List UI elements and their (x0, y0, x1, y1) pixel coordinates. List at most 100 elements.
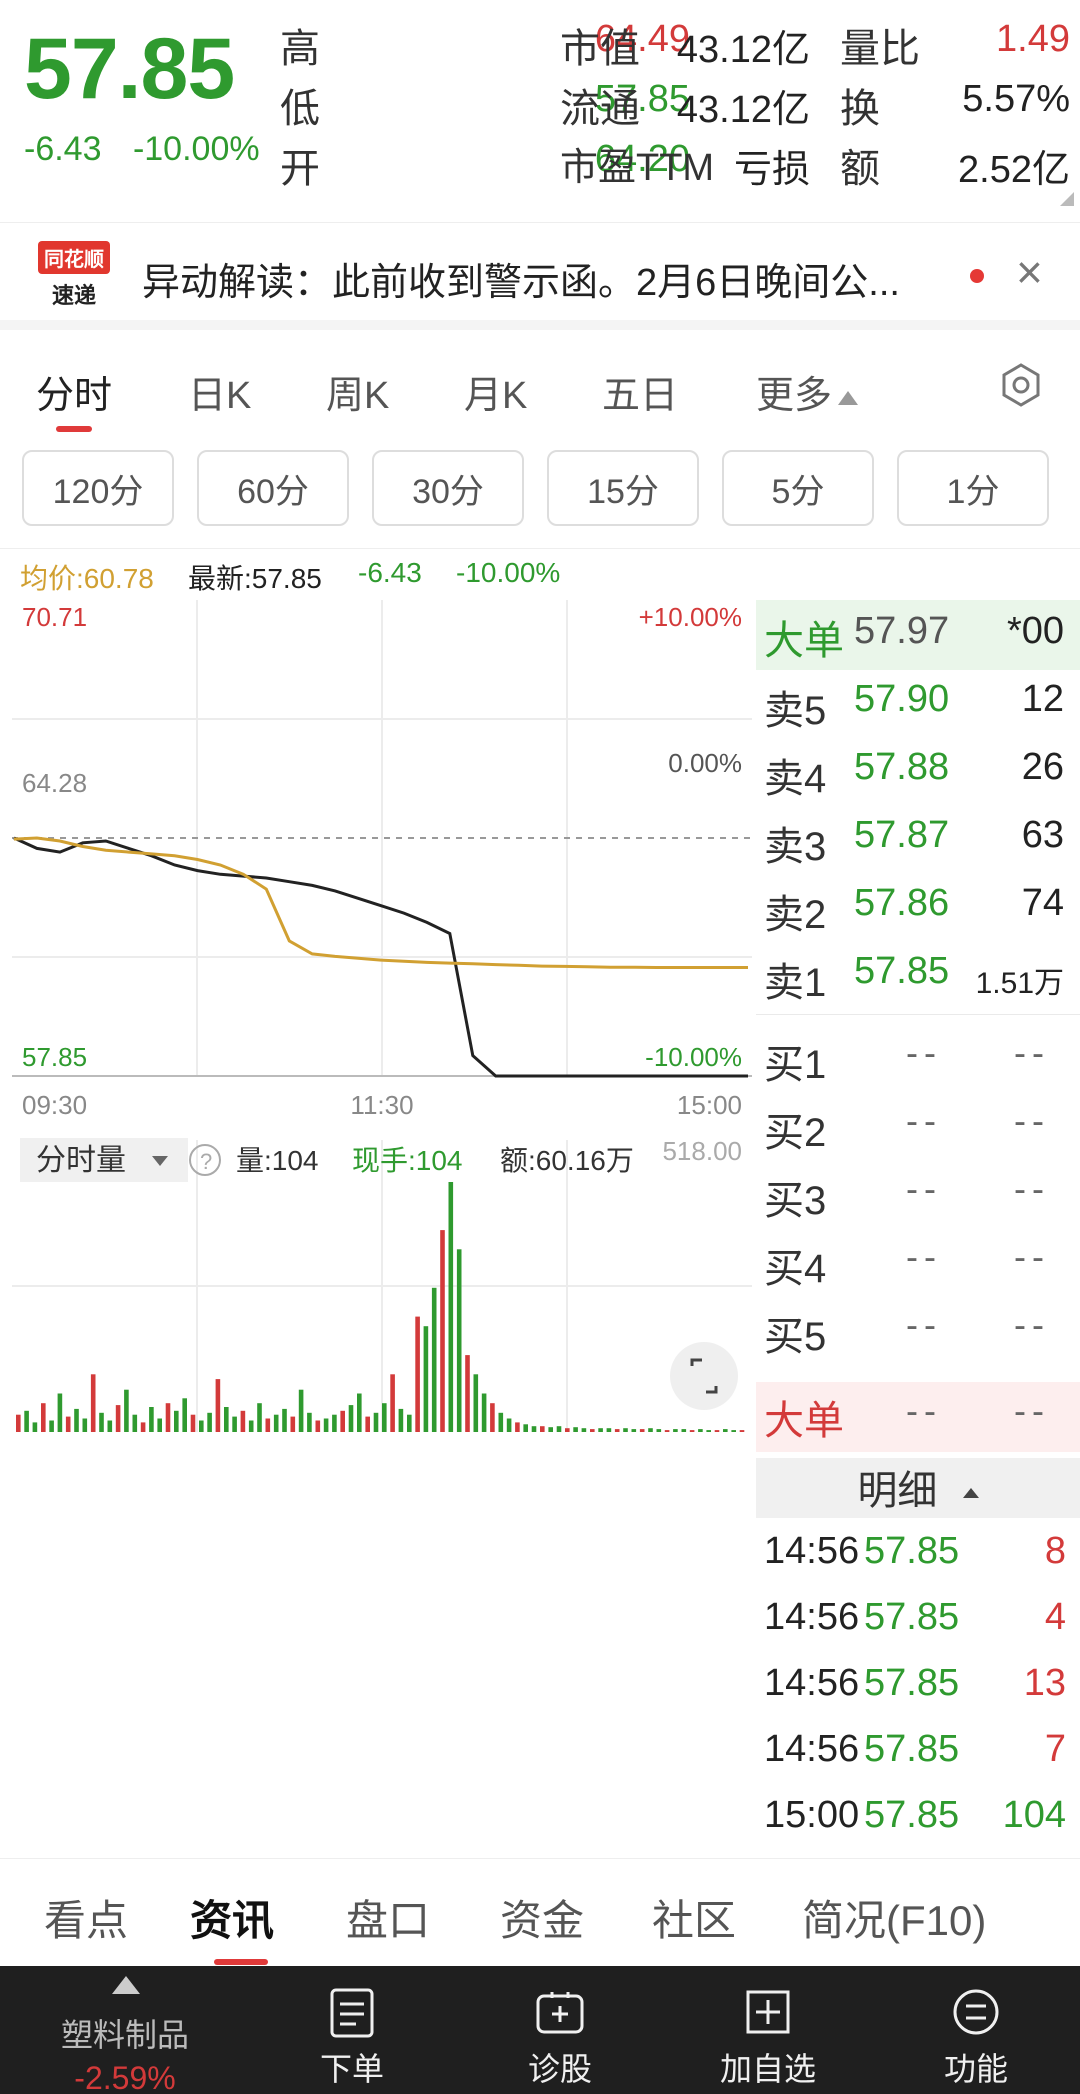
volume-bar (598, 1428, 603, 1432)
volume-bar (515, 1422, 520, 1432)
caret-up-icon (838, 390, 859, 405)
order-book: 大单 57.97 *00 卖5 57.90 12 卖4 57.88 26 卖3 … (756, 600, 1080, 1836)
buy-5-price: -- (906, 1304, 942, 1345)
big-order-bottom-price: -- (906, 1390, 942, 1431)
news-ticker[interactable]: 同花顺 速递 异动解读：此前收到警示函。2月6日晚间公... × (0, 222, 1080, 330)
volume-bar (224, 1407, 229, 1432)
stat-label-volume-ratio: 量比 (840, 27, 920, 71)
volume-bar (465, 1355, 470, 1432)
buy-1-price: -- (906, 1032, 942, 1073)
sell-1-row: 卖1 57.85 1.51万 (756, 950, 1080, 1010)
volume-bar (124, 1389, 129, 1432)
functions-button[interactable]: 功能 (886, 1966, 1066, 2094)
settings-icon[interactable] (998, 362, 1044, 408)
volume-bar (49, 1420, 54, 1432)
volume-bar (265, 1418, 271, 1432)
big-order-qty: *00 (1006, 610, 1064, 652)
close-icon[interactable]: × (1016, 245, 1043, 299)
volume-bar (706, 1430, 711, 1432)
stat-value-market-cap: 43.12亿 (676, 29, 810, 71)
chip-30min[interactable]: 30分 (372, 450, 524, 526)
big-order-bottom-qty: -- (1014, 1390, 1050, 1431)
volume-bar (739, 1430, 745, 1432)
stat-label-float: 流通 (560, 87, 640, 131)
volume-bar (24, 1410, 29, 1432)
pct-mid-label: 0.00% (668, 748, 742, 778)
buy-3-price: -- (906, 1168, 942, 1209)
sell-4-row: 卖4 57.88 26 (756, 746, 1080, 806)
tab-weekly-k[interactable]: 周K (326, 364, 389, 419)
sell-5-qty: 12 (1021, 678, 1064, 720)
add-watchlist-button[interactable]: 加自选 (678, 1966, 858, 2094)
sell-3-row: 卖3 57.87 63 (756, 814, 1080, 874)
buy-3-row: 买3 -- -- (756, 1168, 1080, 1228)
volume-bar (398, 1408, 404, 1432)
volume-bar (74, 1408, 79, 1432)
chip-15min[interactable]: 15分 (547, 450, 699, 526)
details-title: 明细 (857, 1469, 938, 1513)
ths-logo: 同花顺 速递 (34, 240, 114, 308)
tab-more-label: 更多 (756, 375, 833, 417)
period-chips: 120分 60分 30分 15分 5分 1分 (0, 450, 1080, 530)
tab-funds[interactable]: 资金 (500, 1887, 584, 1948)
volume-bar (32, 1422, 38, 1432)
y-max-label: 70.71 (22, 602, 87, 632)
volume-bar (290, 1416, 296, 1432)
sell-4-qty: 26 (1021, 746, 1064, 788)
tab-market-depth[interactable]: 盘口 (346, 1887, 430, 1948)
volume-bar (132, 1414, 138, 1432)
sell-2-qty: 74 (1021, 882, 1064, 924)
info-tab-indicator (214, 1959, 268, 1965)
volume-bar (82, 1418, 88, 1432)
volume-bar (298, 1389, 304, 1432)
tab-news[interactable]: 资讯 (190, 1887, 274, 1948)
stat-label-turnover: 换 (840, 87, 880, 131)
buy-4-row: 买4 -- -- (756, 1236, 1080, 1296)
latest-price: 最新:57.85 (188, 563, 322, 594)
change-percent: -10.00% (132, 130, 260, 168)
volume-bar (140, 1422, 146, 1432)
price-change: -6.43 -10.00% (24, 130, 282, 169)
detail-volume: 104 (1002, 1794, 1066, 1836)
diagnose-button[interactable]: 诊股 (470, 1966, 650, 2094)
quote-stats: 高 64.49 低 57.85 开 64.20 市值 43.12亿 流通 43.… (280, 10, 1070, 200)
volume-bar (456, 1249, 462, 1432)
chip-1min[interactable]: 1分 (897, 450, 1049, 526)
detail-row-2: 14:56 57.85 4 (764, 1596, 1076, 1656)
chip-60min[interactable]: 60分 (197, 450, 349, 526)
sell-4-label: 卖4 (764, 757, 827, 801)
buy-4-qty: -- (1014, 1236, 1050, 1277)
expand-corner-icon[interactable] (1060, 192, 1074, 206)
volume-bar (481, 1393, 487, 1432)
volume-bar (565, 1428, 570, 1432)
volume-bar (606, 1428, 612, 1432)
detail-price: 57.85 (864, 1596, 960, 1638)
tab-more[interactable]: 更多 (756, 364, 859, 419)
sell-1-label: 卖1 (764, 961, 827, 1005)
detail-volume: 4 (1044, 1596, 1066, 1638)
tab-daily-k[interactable]: 日K (188, 364, 251, 419)
change-value: -6.43 (24, 130, 102, 168)
sector-info[interactable]: 塑料制品 -2.59% (0, 1966, 250, 2094)
detail-row-1: 14:56 57.85 8 (764, 1530, 1076, 1590)
tab-f10-summary[interactable]: 简况(F10) (802, 1887, 986, 1948)
logo-top-text: 同花顺 (38, 240, 110, 274)
chip-5min[interactable]: 5分 (722, 450, 874, 526)
intraday-chart[interactable]: 70.71 64.28 57.85 +10.00% 0.00% -10.00% … (12, 600, 752, 1440)
sell-5-row: 卖5 57.90 12 (756, 678, 1080, 738)
news-text[interactable]: 异动解读：此前收到警示函。2月6日晚间公... (142, 251, 952, 306)
tab-highlights[interactable]: 看点 (44, 1887, 128, 1948)
detail-time: 14:56 (764, 1530, 860, 1572)
tab-five-day[interactable]: 五日 (602, 364, 678, 419)
volume-bar (174, 1410, 179, 1432)
tab-intraday[interactable]: 分时 (36, 364, 112, 419)
tab-indicator (56, 426, 92, 432)
order-button[interactable]: 下单 (262, 1966, 442, 2094)
stat-value-pe: 亏损 (733, 149, 810, 191)
tab-monthly-k[interactable]: 月K (464, 364, 527, 419)
volume-bar (506, 1418, 512, 1432)
tab-community[interactable]: 社区 (652, 1887, 736, 1948)
details-header[interactable]: 明细 (756, 1458, 1080, 1518)
sell-1-price: 57.85 (854, 950, 950, 992)
chip-120min[interactable]: 120分 (22, 450, 174, 526)
